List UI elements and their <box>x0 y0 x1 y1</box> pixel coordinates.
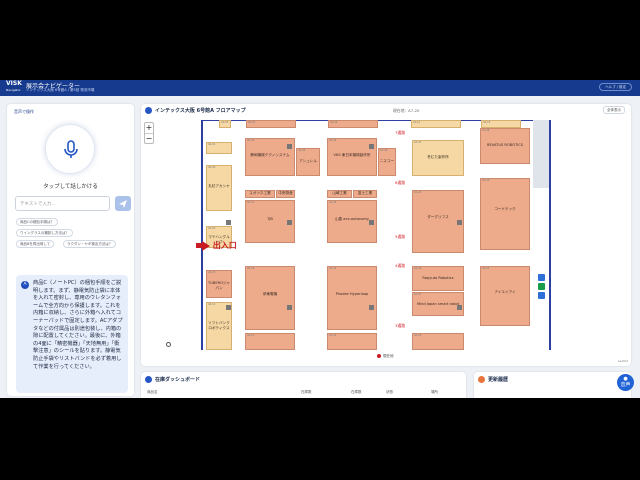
voice-panel-title: 音声で操作 <box>14 109 34 114</box>
suggestion-chip[interactable]: 商品Bを再出荷して <box>16 240 55 248</box>
column-header: 在庫数 <box>301 390 312 394</box>
booth[interactable]: スガツネ工業 <box>245 190 275 198</box>
zoom-control: + − <box>144 122 154 144</box>
app-logo: VISK Navigator <box>6 80 22 93</box>
column-header: 状態 <box>386 390 393 394</box>
map-wall <box>549 120 551 350</box>
booth[interactable]: 4A-22 アイエイアイ <box>480 266 530 326</box>
mouse-cursor <box>166 342 171 347</box>
booth[interactable]: 4A-14 <box>327 333 377 350</box>
column-header: 商品名 <box>147 390 158 394</box>
accessibility-icon <box>538 292 545 299</box>
send-button[interactable] <box>115 196 131 211</box>
voice-panel: 音声で操作 タップして話しかける テキストで入力... 商品Cの梱包手順は？ ウ… <box>7 104 134 396</box>
booth[interactable]: 4A-23 TUBEROジャパン <box>206 270 232 298</box>
map-attribution: Leaflet <box>617 359 628 363</box>
pillar-marker <box>457 305 462 310</box>
app-screen: VISK Navigator 展示会ナビゲーター インテックス大阪 6号館A / … <box>0 80 640 398</box>
map-wall <box>201 120 203 350</box>
suggestion-chip[interactable]: 商品Cの梱包手順は？ <box>16 218 58 226</box>
booth[interactable]: 4A-09 <box>328 120 378 128</box>
settings-button[interactable]: ヘルプ / 設定 <box>599 83 632 91</box>
pillar-marker <box>226 305 231 310</box>
booth[interactable]: 4A-01 <box>206 142 232 154</box>
booth[interactable]: 4A-47 冬むた製作所 <box>412 140 464 176</box>
app-subtitle: インテックス大阪 6号館A / 第5回 物流市場 <box>26 88 95 92</box>
dashboard-icon <box>145 376 152 383</box>
map-legend: 現在地 <box>377 354 394 359</box>
booth[interactable]: 4A-30 コードテック <box>480 178 530 250</box>
column-header: 場所 <box>431 390 438 394</box>
aisle-label: 7通路 <box>395 130 406 135</box>
floor-map-card: インテックス大阪 6号館A フロアマップ 現在地：A7-20 全体表示 + − … <box>141 104 631 366</box>
booth[interactable]: 4A-21 Mind Japan smart robot <box>412 292 464 316</box>
history-title: 更新履歴 <box>488 377 509 383</box>
pillar-marker <box>287 144 292 149</box>
update-history: 更新履歴 <box>474 372 631 398</box>
inventory-dashboard: 在庫ダッシュボード 商品名 在庫数 在庫数 状態 場所 <box>141 372 466 398</box>
pillar-marker <box>369 220 374 225</box>
column-header: 在庫数 <box>351 390 362 394</box>
restroom-icon <box>538 274 545 281</box>
pillar-marker <box>287 220 292 225</box>
voice-fab-button[interactable]: ● 音声 <box>617 374 634 391</box>
booth[interactable]: 4A-18 伊東電機 <box>245 266 295 330</box>
booth[interactable]: 4A-48 REVATUS ROBOTICS <box>480 128 530 164</box>
fab-label: 音声 <box>620 382 631 388</box>
booth[interactable]: 4A-15 <box>481 120 521 128</box>
answer-text: 商品C（ノートPC）の梱包手順をご説明します。まず、静電気防止袋に本体を入れて密… <box>33 280 123 370</box>
send-icon <box>119 200 127 208</box>
booth[interactable]: 4A-11 <box>411 120 461 128</box>
pillar-marker <box>369 144 374 149</box>
booth[interactable]: 4A-20 Rapyuta Robotics <box>412 266 464 291</box>
pillar-marker <box>226 220 231 225</box>
mic-button[interactable] <box>45 124 95 174</box>
exit-icon <box>538 283 545 290</box>
pillar-marker <box>369 305 374 310</box>
map-icon <box>145 107 152 114</box>
booth[interactable]: 4A-05 <box>219 120 231 128</box>
microphone-icon <box>64 140 78 158</box>
pillar-marker <box>287 305 292 310</box>
dashboard-title: 在庫ダッシュボード <box>155 377 201 383</box>
text-input[interactable]: テキストで入力... <box>15 196 110 211</box>
zoom-in-button[interactable]: + <box>145 123 153 133</box>
map-corridor <box>533 120 549 188</box>
aisle-label: 4通路 <box>395 263 406 268</box>
suggestion-chip[interactable]: ラクダン・ヤギ検出方法は？ <box>63 240 117 248</box>
aisle-label: 5通路 <box>395 234 406 239</box>
app-header: VISK Navigator 展示会ナビゲーター インテックス大阪 6号館A / … <box>0 80 640 96</box>
pillar-marker <box>457 220 462 225</box>
booth[interactable]: 4A-19 Phoeke Hyperloop <box>327 266 377 330</box>
booth[interactable]: 中央物産 <box>276 190 295 198</box>
assistant-answer: A 商品C（ノートPC）の梱包手順をご説明します。まず、静電気防止袋に本体を入れ… <box>16 275 128 393</box>
booth[interactable]: 4A-39 丸紅アカシヤ <box>206 165 232 211</box>
entrance-marker: 出入口 <box>196 240 237 251</box>
facility-icons <box>538 274 545 301</box>
booth[interactable]: 4A-13 <box>245 333 295 350</box>
history-icon <box>478 376 485 383</box>
booth[interactable]: 富士工業 <box>353 190 377 198</box>
floor-map[interactable]: 4A-05 4A-07 4A-09 4A-11 4A-15 7通路 6通路 5通… <box>201 120 551 350</box>
zoom-out-button[interactable]: − <box>145 133 153 143</box>
aisle-label: 3通路 <box>395 323 406 328</box>
map-title: インテックス大阪 6号館A フロアマップ <box>155 108 246 114</box>
mic-tap-label: タップして話しかける <box>43 184 98 190</box>
current-location: 現在地：A7-20 <box>393 108 420 113</box>
booth[interactable]: 4A-44 アシュレル <box>296 148 320 176</box>
booth[interactable]: 4A-46 ニスコー <box>378 148 396 176</box>
booth[interactable]: 4A-16 <box>412 333 464 350</box>
booth[interactable]: 4A-07 <box>246 120 296 128</box>
show-all-button[interactable]: 全体表示 <box>603 106 625 114</box>
aisle-label: 6通路 <box>395 180 406 185</box>
assistant-badge: A <box>21 281 29 289</box>
suggestion-chip[interactable]: ウイングラスの棚卸し方法は？ <box>16 229 73 237</box>
booth[interactable]: 山崎工業 <box>327 190 352 198</box>
